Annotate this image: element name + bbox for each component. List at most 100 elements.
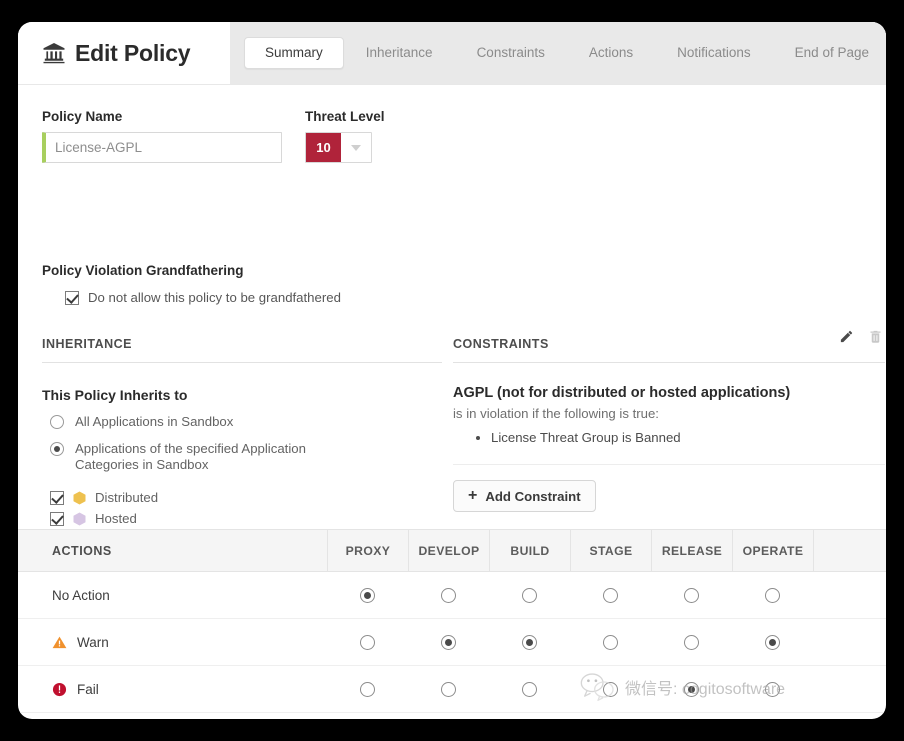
constraints-bottom-divider: [453, 464, 885, 465]
radio-fail-build[interactable]: [522, 682, 537, 697]
constraints-section-title: CONSTRAINTS: [453, 337, 885, 351]
cell-fail-proxy[interactable]: [327, 666, 408, 712]
radio-no-action-proxy[interactable]: [360, 588, 375, 603]
threat-level-select[interactable]: 10: [305, 132, 372, 163]
tab-end-of-page[interactable]: End of Page: [773, 38, 886, 68]
cell-fail-develop[interactable]: [408, 666, 489, 712]
edit-policy-card: Edit Policy Summary Inheritance Constrai…: [18, 22, 886, 719]
plus-icon: +: [468, 488, 477, 504]
radio-no-action-develop[interactable]: [441, 588, 456, 603]
delete-trash-icon[interactable]: [868, 329, 883, 344]
cell-no-action-proxy[interactable]: [327, 572, 408, 618]
category-checkbox-hosted[interactable]: [50, 512, 64, 526]
threat-level-field-group: Threat Level 10: [305, 109, 385, 163]
action-row-label-text: Fail: [77, 682, 99, 697]
grandfathering-checkbox-row[interactable]: Do not allow this policy to be grandfath…: [65, 290, 341, 305]
cell-no-action-stage[interactable]: [570, 572, 651, 618]
tab-summary[interactable]: Summary: [244, 37, 344, 69]
add-constraint-button[interactable]: + Add Constraint: [453, 480, 596, 512]
cell-warn-stage[interactable]: [570, 619, 651, 665]
radio-fail-proxy[interactable]: [360, 682, 375, 697]
inheritance-option-all-apps-label: All Applications in Sandbox: [75, 414, 233, 430]
column-header-operate: OPERATE: [732, 530, 813, 571]
bank-icon: [42, 41, 66, 65]
radio-warn-build[interactable]: [522, 635, 537, 650]
policy-name-input[interactable]: License-AGPL: [42, 132, 282, 163]
cell-fail-operate[interactable]: [732, 666, 813, 712]
radio-no-action-build[interactable]: [522, 588, 537, 603]
action-row-label-text: Warn: [77, 635, 109, 650]
cell-warn-spacer: [813, 619, 886, 665]
inheritance-option-all-apps[interactable]: All Applications in Sandbox: [50, 414, 442, 430]
column-header-build: BUILD: [489, 530, 570, 571]
column-header-spacer: [813, 530, 886, 571]
radio-warn-release[interactable]: [684, 635, 699, 650]
tab-actions[interactable]: Actions: [567, 38, 655, 68]
actions-table-header-row: ACTIONS PROXY DEVELOP BUILD STAGE RELEAS…: [18, 530, 886, 572]
radio-warn-proxy[interactable]: [360, 635, 375, 650]
cell-warn-develop[interactable]: [408, 619, 489, 665]
policy-form-area: Policy Name License-AGPL Threat Level 10…: [18, 85, 886, 525]
threat-level-dropdown-arrow[interactable]: [341, 133, 371, 162]
constraint-condition-item: License Threat Group is Banned: [491, 428, 885, 447]
category-row-distributed[interactable]: Distributed: [50, 487, 442, 508]
category-row-hosted[interactable]: Hosted: [50, 508, 442, 529]
constraint-title: AGPL (not for distributed or hosted appl…: [453, 385, 885, 401]
cell-no-action-develop[interactable]: [408, 572, 489, 618]
cell-fail-stage[interactable]: [570, 666, 651, 712]
cell-fail-spacer: [813, 666, 886, 712]
inheritance-divider: [42, 362, 442, 363]
policy-name-field-group: Policy Name License-AGPL: [42, 109, 282, 163]
radio-no-action-operate[interactable]: [765, 588, 780, 603]
policy-name-label: Policy Name: [42, 109, 282, 124]
inheritance-radio-specified-categories[interactable]: [50, 442, 64, 456]
constraints-section: CONSTRAINTS AGPL (not for distributed: [453, 337, 885, 512]
constraint-condition-list: License Threat Group is Banned: [453, 428, 885, 447]
table-row: Warn: [18, 619, 886, 666]
cell-warn-operate[interactable]: [732, 619, 813, 665]
threat-level-label: Threat Level: [305, 109, 385, 124]
cell-fail-release[interactable]: [651, 666, 732, 712]
radio-fail-stage[interactable]: [603, 682, 618, 697]
threat-level-value: 10: [306, 133, 341, 162]
hexagon-icon-distributed: [73, 491, 86, 505]
inheritance-heading: This Policy Inherits to: [42, 387, 442, 403]
radio-fail-develop[interactable]: [441, 682, 456, 697]
grandfathering-group: Policy Violation Grandfathering Do not a…: [42, 263, 341, 305]
cell-fail-build[interactable]: [489, 666, 570, 712]
category-checkbox-distributed[interactable]: [50, 491, 64, 505]
radio-warn-develop[interactable]: [441, 635, 456, 650]
cell-warn-proxy[interactable]: [327, 619, 408, 665]
column-header-develop: DEVELOP: [408, 530, 489, 571]
action-row-label-text: No Action: [52, 588, 110, 603]
cell-no-action-build[interactable]: [489, 572, 570, 618]
tab-constraints[interactable]: Constraints: [455, 38, 567, 68]
hexagon-icon-hosted: [73, 512, 86, 526]
tab-inheritance[interactable]: Inheritance: [344, 38, 455, 68]
page-title: Edit Policy: [75, 40, 190, 67]
cell-warn-release[interactable]: [651, 619, 732, 665]
inheritance-radio-all-apps[interactable]: [50, 415, 64, 429]
header-title-group: Edit Policy: [42, 22, 190, 84]
cell-no-action-operate[interactable]: [732, 572, 813, 618]
action-row-label-no-action: No Action: [18, 572, 327, 618]
table-row: No Action: [18, 572, 886, 619]
cell-warn-build[interactable]: [489, 619, 570, 665]
radio-no-action-stage[interactable]: [603, 588, 618, 603]
chevron-down-icon: [351, 145, 361, 151]
radio-fail-operate[interactable]: [765, 682, 780, 697]
column-header-stage: STAGE: [570, 530, 651, 571]
radio-fail-release[interactable]: [684, 682, 699, 697]
tab-notifications[interactable]: Notifications: [655, 38, 773, 68]
screenshot-root: Edit Policy Summary Inheritance Constrai…: [0, 0, 904, 741]
actions-table-header-label: ACTIONS: [18, 530, 327, 571]
radio-warn-stage[interactable]: [603, 635, 618, 650]
radio-warn-operate[interactable]: [765, 635, 780, 650]
cell-no-action-spacer: [813, 572, 886, 618]
grandfathering-label: Policy Violation Grandfathering: [42, 263, 341, 278]
radio-no-action-release[interactable]: [684, 588, 699, 603]
grandfathering-checkbox[interactable]: [65, 291, 79, 305]
edit-pencil-icon[interactable]: [839, 329, 854, 344]
cell-no-action-release[interactable]: [651, 572, 732, 618]
inheritance-option-specified-categories[interactable]: Applications of the specified Applicatio…: [50, 441, 442, 473]
